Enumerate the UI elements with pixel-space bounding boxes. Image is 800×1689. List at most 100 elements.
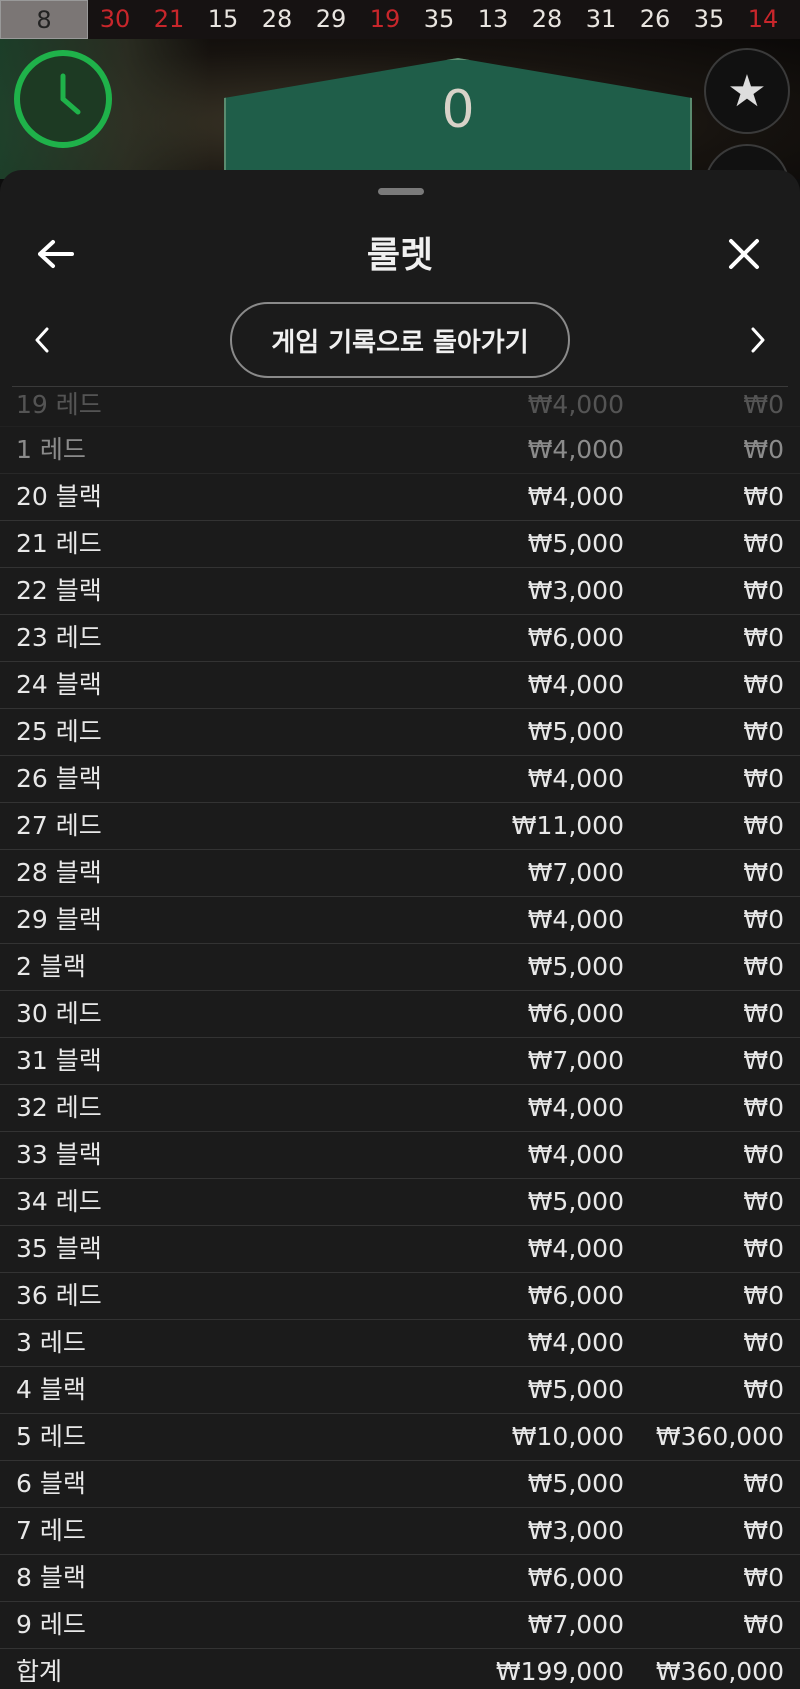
table-row: 35 블랙 ₩4,000 ₩0 [0,1226,800,1273]
payout-amount: ₩0 [743,670,784,699]
payout-amount: ₩0 [743,482,784,511]
bet-label: 29 블랙 [16,905,102,934]
sheet-header: 룰렛 [0,214,800,294]
bet-label: 27 레드 [16,811,102,840]
bet-label: 2 블랙 [16,952,86,981]
board-number: 0 [441,80,475,140]
payout-amount: ₩0 [743,858,784,887]
stake-amount: ₩6,000 [527,999,624,1028]
table-row: 3 레드 ₩4,000 ₩0 [0,1320,800,1367]
table-row: 20 블랙 ₩4,000 ₩0 [0,474,800,521]
bet-label: 19 레드 [16,390,102,419]
payout-amount: ₩0 [743,1375,784,1404]
payout-amount: ₩0 [743,390,784,419]
payout-amount: ₩0 [743,1140,784,1169]
stake-amount: ₩4,000 [527,1328,624,1357]
bet-label: 1 레드 [16,435,86,464]
stake-amount: ₩11,000 [511,811,624,840]
table-row: 7 레드 ₩3,000 ₩0 [0,1508,800,1555]
bet-label: 34 레드 [16,1187,102,1216]
payout-amount: ₩0 [743,717,784,746]
stake-amount: ₩4,000 [527,482,624,511]
payout-amount: ₩0 [743,576,784,605]
bet-label: 22 블랙 [16,576,102,605]
total-label: 합계 [16,1657,63,1686]
table-row: 2 블랙 ₩5,000 ₩0 [0,944,800,991]
bet-label: 30 레드 [16,999,102,1028]
bet-label: 24 블랙 [16,670,102,699]
bet-label: 36 레드 [16,1281,102,1310]
stake-amount: ₩4,000 [527,1234,624,1263]
previous-round-button[interactable] [22,320,62,360]
payout-amount: ₩0 [743,623,784,652]
table-row: 22 블랙 ₩3,000 ₩0 [0,568,800,615]
favorite-button[interactable]: ★ [704,48,790,134]
stake-amount: ₩4,000 [527,1093,624,1122]
payout-amount: ₩0 [743,1516,784,1545]
back-button[interactable] [30,228,82,280]
table-row: 9 레드 ₩7,000 ₩0 [0,1602,800,1649]
app-screen: 8 30 21 15 28 29 19 35 13 28 31 26 35 14 0 ★ 룰렛 [0,0,800,1689]
total-row: 합계 ₩199,000 ₩360,000 [0,1649,800,1689]
arrow-left-icon [38,240,74,268]
total-stake: ₩199,000 [495,1657,624,1686]
next-round-button[interactable] [738,320,778,360]
table-row: 8 블랙 ₩6,000 ₩0 [0,1555,800,1602]
table-row: 32 레드 ₩4,000 ₩0 [0,1085,800,1132]
payout-amount: ₩0 [743,1187,784,1216]
table-row: 31 블랙 ₩7,000 ₩0 [0,1038,800,1085]
payout-amount: ₩0 [743,1469,784,1498]
payout-amount: ₩0 [743,1234,784,1263]
result-number: 13 [477,5,509,33]
stake-amount: ₩10,000 [511,1422,624,1451]
payout-amount: ₩0 [743,952,784,981]
bet-label: 3 레드 [16,1328,86,1357]
stake-amount: ₩7,000 [527,858,624,887]
bet-label: 23 레드 [16,623,102,652]
result-number: 28 [531,5,563,33]
table-row: 23 레드 ₩6,000 ₩0 [0,615,800,662]
payout-amount: ₩360,000 [655,1422,784,1451]
stake-amount: ₩5,000 [527,1187,624,1216]
stake-amount: ₩5,000 [527,529,624,558]
payout-amount: ₩0 [743,1046,784,1075]
bet-label: 33 블랙 [16,1140,102,1169]
bet-label: 21 레드 [16,529,102,558]
payout-amount: ₩0 [743,529,784,558]
payout-amount: ₩0 [743,764,784,793]
payout-amount: ₩0 [743,1281,784,1310]
bet-label: 35 블랙 [16,1234,102,1263]
payout-amount: ₩0 [743,811,784,840]
bet-label: 26 블랙 [16,764,102,793]
stake-amount: ₩5,000 [527,952,624,981]
payout-amount: ₩0 [743,1563,784,1592]
result-number: 14 [747,5,779,33]
bet-label: 5 레드 [16,1422,86,1451]
table-row: 4 블랙 ₩5,000 ₩0 [0,1367,800,1414]
bet-label: 20 블랙 [16,482,102,511]
table-row: 36 레드 ₩6,000 ₩0 [0,1273,800,1320]
table-row: 6 블랙 ₩5,000 ₩0 [0,1461,800,1508]
stake-amount: ₩5,000 [527,1375,624,1404]
stake-amount: ₩4,000 [527,435,624,464]
table-row: 5 레드 ₩10,000 ₩360,000 [0,1414,800,1461]
payout-amount: ₩0 [743,905,784,934]
sheet-drag-handle[interactable] [378,188,424,195]
sheet-title: 룰렛 [366,235,434,276]
back-to-history-button[interactable]: 게임 기록으로 돌아가기 [230,302,570,378]
stake-amount: ₩6,000 [527,623,624,652]
close-icon [729,239,759,269]
close-button[interactable] [718,228,770,280]
stake-amount: ₩4,000 [527,905,624,934]
result-number: 19 [369,5,401,33]
table-row: 19 레드 ₩4,000 ₩0 [0,387,800,427]
table-row: 27 레드 ₩11,000 ₩0 [0,803,800,850]
chevron-left-icon [35,327,49,353]
payout-amount: ₩0 [743,1328,784,1357]
results-strip: 8 30 21 15 28 29 19 35 13 28 31 26 35 14 [0,0,800,39]
payout-amount: ₩0 [743,999,784,1028]
table-row: 33 블랙 ₩4,000 ₩0 [0,1132,800,1179]
stake-amount: ₩5,000 [527,1469,624,1498]
payout-amount: ₩0 [743,435,784,464]
result-number: 35 [423,5,455,33]
